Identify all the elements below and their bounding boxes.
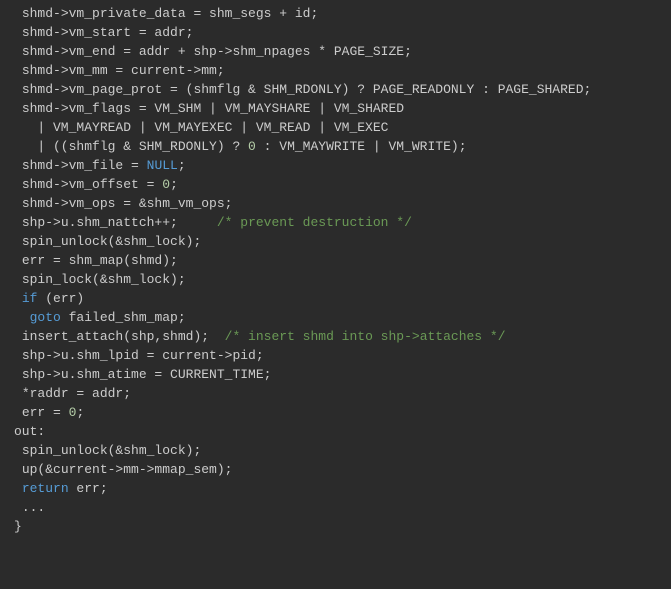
code-line: spin_unlock(&shm_lock);: [0, 441, 671, 460]
code-token: | ((shmflg & SHM_RDONLY) ?: [37, 139, 248, 154]
code-line: shmd->vm_mm = current->mm;: [0, 61, 671, 80]
code-token: shmd->vm_file =: [22, 158, 147, 173]
code-line: out:: [0, 422, 671, 441]
code-token: shmd->vm_start = addr;: [22, 25, 194, 40]
code-token: shmd->vm_ops = &shm_vm_ops;: [22, 196, 233, 211]
code-token: NULL: [147, 158, 178, 173]
code-line: err = shm_map(shmd);: [0, 251, 671, 270]
code-token: insert_attach(shp,shmd);: [22, 329, 225, 344]
code-token: ;: [178, 158, 186, 173]
code-line: ...: [0, 498, 671, 517]
code-token: goto: [30, 310, 61, 325]
code-token: shmd->vm_private_data = shm_segs + id;: [22, 6, 318, 21]
code-token: : VM_MAYWRITE | VM_WRITE);: [256, 139, 467, 154]
code-token: 0: [248, 139, 256, 154]
code-token: /* insert shmd into shp->attaches */: [225, 329, 506, 344]
code-line: | VM_MAYREAD | VM_MAYEXEC | VM_READ | VM…: [0, 118, 671, 137]
code-token: *raddr = addr;: [22, 386, 131, 401]
code-line: if (err): [0, 289, 671, 308]
code-token: ...: [22, 500, 45, 515]
code-line: spin_unlock(&shm_lock);: [0, 232, 671, 251]
code-token: shp->u.shm_lpid = current->pid;: [22, 348, 264, 363]
code-token: err = shm_map(shmd);: [22, 253, 178, 268]
code-token: spin_unlock(&shm_lock);: [22, 234, 201, 249]
code-line: shp->u.shm_atime = CURRENT_TIME;: [0, 365, 671, 384]
code-token: shp->u.shm_nattch++;: [22, 215, 217, 230]
code-line: goto failed_shm_map;: [0, 308, 671, 327]
code-line: insert_attach(shp,shmd); /* insert shmd …: [0, 327, 671, 346]
code-line: *raddr = addr;: [0, 384, 671, 403]
code-token: shmd->vm_offset =: [22, 177, 162, 192]
code-token: out:: [14, 424, 45, 439]
code-line: err = 0;: [0, 403, 671, 422]
code-line: shmd->vm_page_prot = (shmflg & SHM_RDONL…: [0, 80, 671, 99]
code-token: /* prevent destruction */: [217, 215, 412, 230]
code-token: err =: [22, 405, 69, 420]
code-line: }: [0, 517, 671, 536]
code-token: shmd->vm_page_prot = (shmflg & SHM_RDONL…: [22, 82, 592, 97]
code-token: if: [22, 291, 38, 306]
code-line: shp->u.shm_lpid = current->pid;: [0, 346, 671, 365]
code-token: up(&current->mm->mmap_sem);: [22, 462, 233, 477]
code-token: shmd->vm_flags = VM_SHM | VM_MAYSHARE | …: [22, 101, 404, 116]
code-line: shmd->vm_file = NULL;: [0, 156, 671, 175]
code-line: return err;: [0, 479, 671, 498]
code-editor: shmd->vm_private_data = shm_segs + id; s…: [0, 0, 671, 540]
code-line: up(&current->mm->mmap_sem);: [0, 460, 671, 479]
code-token: shmd->vm_mm = current->mm;: [22, 63, 225, 78]
code-line: shmd->vm_offset = 0;: [0, 175, 671, 194]
code-line: spin_lock(&shm_lock);: [0, 270, 671, 289]
code-token: failed_shm_map;: [61, 310, 186, 325]
code-token: spin_lock(&shm_lock);: [22, 272, 186, 287]
code-token: }: [14, 519, 22, 534]
code-token: (err): [37, 291, 84, 306]
code-token: err;: [69, 481, 108, 496]
code-token: 0: [162, 177, 170, 192]
code-line: shmd->vm_end = addr + shp->shm_npages * …: [0, 42, 671, 61]
code-token: spin_unlock(&shm_lock);: [22, 443, 201, 458]
code-token: | VM_MAYREAD | VM_MAYEXEC | VM_READ | VM…: [37, 120, 388, 135]
code-line: shmd->vm_private_data = shm_segs + id;: [0, 4, 671, 23]
code-line: | ((shmflg & SHM_RDONLY) ? 0 : VM_MAYWRI…: [0, 137, 671, 156]
code-token: ;: [76, 405, 84, 420]
code-line: shmd->vm_start = addr;: [0, 23, 671, 42]
code-token: shp->u.shm_atime = CURRENT_TIME;: [22, 367, 272, 382]
code-token: return: [22, 481, 69, 496]
code-token: shmd->vm_end = addr + shp->shm_npages * …: [22, 44, 412, 59]
code-line: shmd->vm_ops = &shm_vm_ops;: [0, 194, 671, 213]
code-token: ;: [170, 177, 178, 192]
code-line: shmd->vm_flags = VM_SHM | VM_MAYSHARE | …: [0, 99, 671, 118]
code-line: shp->u.shm_nattch++; /* prevent destruct…: [0, 213, 671, 232]
